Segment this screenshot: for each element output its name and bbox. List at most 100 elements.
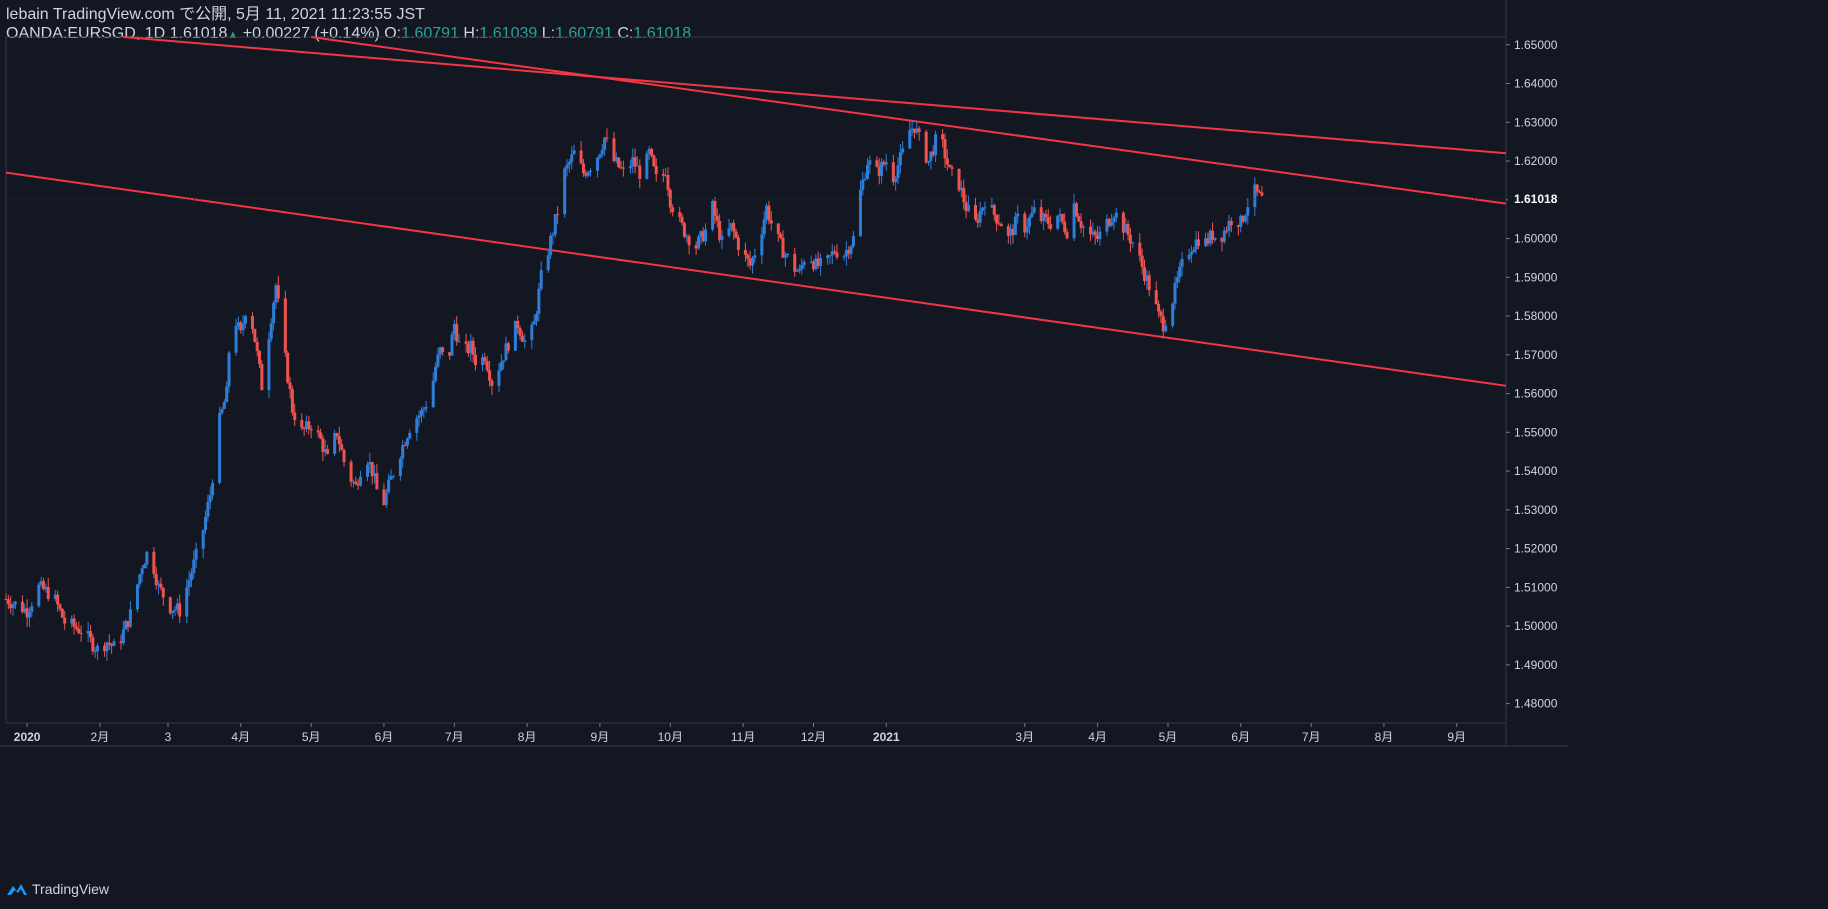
- candle-up: [1114, 212, 1118, 218]
- candle-down: [506, 343, 510, 351]
- candle-down: [687, 236, 691, 246]
- candle-up: [828, 255, 832, 257]
- price-tick-label: 1.57000: [1514, 348, 1558, 362]
- candle-up: [1016, 213, 1020, 217]
- candle-up: [269, 323, 273, 340]
- candle-down: [152, 551, 156, 575]
- candle-down: [833, 251, 837, 253]
- candle-down: [1138, 242, 1142, 256]
- lower-trendline[interactable]: [5, 171, 1507, 387]
- price-tick-label: 1.51000: [1514, 580, 1558, 594]
- candle-up: [241, 323, 245, 331]
- candle-up: [1081, 226, 1085, 228]
- candle-down: [779, 233, 783, 238]
- candle-down: [60, 609, 64, 618]
- candle-down: [713, 201, 717, 217]
- candle-down: [307, 421, 311, 430]
- candle-up: [849, 246, 853, 254]
- candle-up: [934, 134, 938, 156]
- candle-down: [77, 628, 81, 633]
- candle-down: [375, 473, 379, 490]
- candle-down: [56, 594, 60, 605]
- candle-up: [1013, 216, 1017, 235]
- candle-down: [917, 128, 921, 132]
- candle-up: [194, 548, 198, 560]
- candle-down: [300, 420, 304, 428]
- trendline-layer[interactable]: [5, 36, 1507, 387]
- candle-down: [1159, 311, 1163, 317]
- time-tick-label: 6月: [1231, 730, 1250, 744]
- candle-down: [875, 160, 879, 167]
- candle-up: [121, 629, 125, 644]
- time-tick-label: 4月: [1088, 730, 1107, 744]
- candle-down: [473, 354, 477, 366]
- candle-down: [945, 158, 949, 165]
- candle-up: [586, 171, 590, 176]
- candle-down: [957, 168, 961, 191]
- candle-up: [1173, 282, 1177, 304]
- candle-down: [79, 632, 83, 634]
- candle-down: [326, 449, 330, 454]
- candle-up: [96, 645, 100, 652]
- candle-down: [1060, 214, 1064, 222]
- candle-down: [72, 618, 76, 627]
- candle-up: [589, 170, 593, 172]
- candle-down: [1157, 304, 1161, 312]
- candle-up: [1164, 325, 1168, 332]
- candle-up: [567, 162, 571, 165]
- candle-up: [551, 234, 555, 236]
- candle-down: [633, 157, 637, 167]
- candle-down: [1229, 220, 1233, 226]
- time-tick-label: 12月: [801, 730, 826, 744]
- candle-up: [628, 166, 632, 169]
- candle-down: [1044, 213, 1048, 218]
- candle-up: [966, 204, 970, 212]
- price-tick-label: 1.63000: [1514, 115, 1558, 129]
- candle-up: [696, 236, 700, 249]
- candle-up: [750, 257, 754, 266]
- candlestick-chart[interactable]: 1.650001.640001.630001.620001.610001.600…: [0, 0, 1828, 909]
- price-tick-label: 1.65000: [1514, 38, 1558, 52]
- candle-up: [187, 580, 191, 588]
- upper-trendline-2[interactable]: [311, 36, 1507, 205]
- candle-down: [652, 155, 656, 167]
- price-tick-label: 1.62000: [1514, 154, 1558, 168]
- candle-up: [851, 236, 855, 247]
- candle-up: [927, 160, 931, 163]
- candle-up: [866, 164, 870, 179]
- candle-down: [769, 220, 773, 224]
- price-tick-label: 1.59000: [1514, 270, 1558, 284]
- candle-down: [349, 461, 353, 482]
- candle-up: [422, 408, 426, 411]
- time-tick-label: 3: [165, 730, 172, 744]
- candle-down: [293, 412, 297, 421]
- candle-down: [46, 586, 50, 600]
- price-tick-label: 1.50000: [1514, 619, 1558, 633]
- candle-up: [222, 402, 226, 409]
- candle-down: [962, 187, 966, 203]
- time-tick-label: 2020: [14, 730, 41, 744]
- candle-down: [776, 223, 780, 234]
- candle-down: [767, 205, 771, 221]
- candle-down: [617, 157, 621, 168]
- candle-up: [800, 264, 804, 270]
- candle-up: [13, 601, 17, 605]
- time-axis[interactable]: 2020 2月 3 4月 5月 6月 7月 8月 9月 10月 11月 12月 2021 3月 4月 5月 6月…: [14, 723, 1466, 744]
- candle-up: [563, 168, 567, 215]
- upper-trendline-1[interactable]: [123, 36, 1507, 155]
- candle-up: [140, 568, 144, 575]
- candle-down: [1260, 192, 1264, 196]
- time-tick-label: 8月: [518, 730, 537, 744]
- candle-down: [1077, 216, 1081, 222]
- time-tick-label: 9月: [591, 730, 610, 744]
- candle-up: [819, 258, 823, 267]
- candle-down: [973, 204, 977, 220]
- candle-down: [107, 642, 111, 645]
- candle-layer: [4, 119, 1264, 661]
- candle-up: [884, 162, 888, 165]
- candle-up: [135, 584, 139, 610]
- candle-up: [1175, 277, 1179, 283]
- time-tick-label: 10月: [658, 730, 683, 744]
- price-tick-label: 1.56000: [1514, 387, 1558, 401]
- candle-up: [983, 207, 987, 209]
